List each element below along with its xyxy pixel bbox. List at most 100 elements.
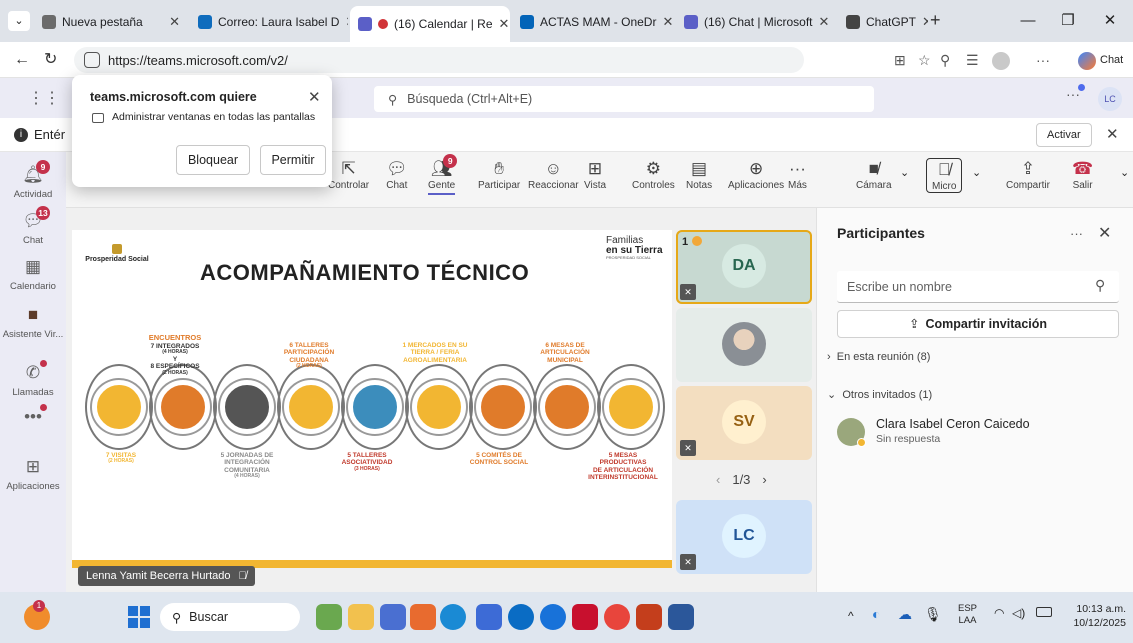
other-invitees-section[interactable]: ⌄ Otros invitados (1) <box>827 388 932 401</box>
in-meeting-section[interactable]: › En esta reunión (8) <box>827 351 930 363</box>
browser-tab[interactable]: Correo: Laura Isabel D ✕ <box>190 6 348 38</box>
prev-page-icon[interactable]: ‹ <box>716 472 720 487</box>
toolbar-notes-button[interactable]: ▤ Notas <box>686 158 712 191</box>
toolbar-people-button[interactable]: 👥︎ 9 Gente <box>428 154 458 195</box>
tab-actions-chevron-icon[interactable]: ⌄ <box>8 11 30 31</box>
tray-app-icon[interactable]: ◐ <box>872 606 880 622</box>
browser-tab[interactable]: Nueva pestaña ✕ <box>34 6 188 38</box>
edge-icon[interactable] <box>440 604 466 630</box>
browser-tab[interactable]: ChatGPT ✕ <box>838 6 928 38</box>
toolbar-hangup-button[interactable]: ☎ Salir <box>1072 158 1093 191</box>
store-icon[interactable] <box>476 604 502 630</box>
video-tile[interactable]: LC ✕ <box>676 500 812 574</box>
block-button[interactable]: Bloquear <box>176 145 250 175</box>
copilot-chat-label[interactable]: Chat <box>1100 54 1123 66</box>
close-tab-icon[interactable]: ✕ <box>499 16 510 32</box>
brand-logo: Familias en su Tierra PROSPERIDAD SOCIAL <box>606 236 663 260</box>
notes-icon: ▤ <box>691 159 708 178</box>
close-popup-icon[interactable]: ✕ <box>308 88 321 106</box>
mic-dropdown-icon[interactable]: ⌄ <box>972 166 981 179</box>
close-tab-icon[interactable]: ✕ <box>818 14 829 30</box>
toolbar-camera-off-button[interactable]: ■̸ Cámara <box>856 158 892 191</box>
language-indicator[interactable]: ESP LAA <box>958 603 977 627</box>
close-banner-icon[interactable]: ✕ <box>1106 125 1119 143</box>
rail-item-[interactable]: ••• <box>0 404 66 431</box>
toolbar-chat-button[interactable]: 💬︎ Chat <box>386 158 408 191</box>
browser-tab[interactable]: ACTAS MAM - OneDr ✕ <box>512 6 674 38</box>
toolbar-raise-hand-button[interactable]: ✋︎ Participar <box>478 158 520 191</box>
colorful-app-icon[interactable] <box>410 604 436 630</box>
user-avatar[interactable]: LC <box>1098 87 1122 111</box>
activate-button[interactable]: Activar <box>1036 123 1092 147</box>
rail-item-calendario[interactable]: ▦ Calendario <box>0 256 66 292</box>
toolbar-more-button[interactable]: ··· Más <box>788 158 807 191</box>
allow-button[interactable]: Permitir <box>260 145 326 175</box>
chrome-icon[interactable] <box>604 604 630 630</box>
onedrive-tray-icon[interactable]: ☁ <box>898 606 912 623</box>
browser-tab[interactable]: (16) Calendar | Re ✕ <box>350 6 510 42</box>
copilot-icon[interactable] <box>1078 52 1096 70</box>
panel-more-icon[interactable]: ··· <box>1070 226 1083 241</box>
file-explorer-icon[interactable] <box>348 604 374 630</box>
browser-tab[interactable]: (16) Chat | Microsoft ✕ <box>676 6 836 38</box>
taskbar-search[interactable]: ⚲ Buscar <box>160 603 300 631</box>
wifi-icon[interactable]: ◠ <box>994 606 1004 620</box>
close-window-button[interactable]: ✕ <box>1090 8 1130 34</box>
site-info-icon[interactable] <box>84 52 100 68</box>
url-field[interactable]: https://teams.microsoft.com/v2/ <box>74 47 804 73</box>
new-tab-button[interactable]: + <box>930 10 941 31</box>
toolbar-controls-button[interactable]: ⚙ Controles <box>632 158 675 191</box>
volume-icon[interactable]: ◁) <box>1012 606 1025 620</box>
video-tile[interactable]: DA 1 ✕ <box>676 230 812 304</box>
more-menu-icon[interactable]: ··· <box>1036 52 1050 68</box>
video-tile[interactable]: SV ✕ <box>676 386 812 460</box>
rail-item-actividad[interactable]: 🔔︎ 9 Actividad <box>0 160 66 200</box>
close-tab-icon[interactable]: ✕ <box>169 14 180 30</box>
camera-dropdown-icon[interactable]: ⌄ <box>900 166 909 179</box>
hp-icon[interactable] <box>508 604 534 630</box>
rail-item-asistente-vir[interactable]: ■ Asistente Vir... <box>0 304 66 340</box>
rail-item-llamadas[interactable]: ✆ Llamadas <box>0 360 66 398</box>
toolbar-share-button[interactable]: ⇪ Compartir <box>1006 158 1050 191</box>
rail-item-chat[interactable]: 💬︎ 13 Chat <box>0 206 66 246</box>
close-panel-icon[interactable]: ✕ <box>1098 223 1111 243</box>
toolbar-view-button[interactable]: ⊞ Vista <box>584 158 606 191</box>
close-tab-icon[interactable]: ✕ <box>662 14 673 30</box>
mcafee-icon[interactable] <box>572 604 598 630</box>
favorite-star-icon[interactable]: ☆ <box>918 52 931 69</box>
start-button[interactable] <box>128 606 150 628</box>
microphone-tray-icon[interactable]: 🎙 <box>924 606 942 623</box>
leave-dropdown-icon[interactable]: ⌄ <box>1120 166 1129 179</box>
teams-search-field[interactable]: ⚲ Búsqueda (Ctrl+Alt+E) <box>374 86 874 112</box>
app-available-icon[interactable]: ⊞ <box>894 52 906 69</box>
widgets-icon[interactable] <box>380 604 406 630</box>
restore-button[interactable]: ❐ <box>1048 8 1088 34</box>
minimize-button[interactable]: — <box>1008 8 1048 34</box>
toolbar-apps-add-button[interactable]: ⊕ Aplicaciones <box>728 158 784 191</box>
clock[interactable]: 10:13 a.m. 10/12/2025 <box>1064 602 1126 630</box>
participant-search-field[interactable]: Escribe un nombre ⚲ <box>837 271 1119 303</box>
battery-icon[interactable] <box>1036 607 1052 617</box>
rail-item-aplicaciones[interactable]: ⊞ Aplicaciones <box>0 456 66 492</box>
show-hidden-icons[interactable]: ^ <box>848 609 854 623</box>
word-icon[interactable] <box>668 604 694 630</box>
toolbar-control-button[interactable]: ⇱ Controlar <box>328 158 369 191</box>
invitee-name[interactable]: Clara Isabel Ceron Caicedo <box>876 417 1030 431</box>
toolbar-emoji-button[interactable]: ☺ Reaccionar <box>528 158 579 191</box>
powerpoint-icon[interactable] <box>636 604 662 630</box>
extension-icon[interactable]: ⚲ <box>940 52 950 69</box>
share-invite-button[interactable]: ⇪ Compartir invitación <box>837 310 1119 338</box>
close-tab-icon[interactable]: ✕ <box>345 14 348 30</box>
toolbar-mic-off-button[interactable]: 🎙̸ Micro <box>926 158 963 193</box>
favorites-icon[interactable]: ☰ <box>966 52 979 69</box>
back-button[interactable]: ← <box>14 48 30 72</box>
app-launcher-icon[interactable]: ⋮⋮ <box>28 88 60 108</box>
close-tab-icon[interactable]: ✕ <box>922 14 928 30</box>
next-page-icon[interactable]: › <box>762 472 766 487</box>
profile-avatar[interactable] <box>992 52 1010 70</box>
landscape-icon[interactable] <box>316 604 342 630</box>
refresh-button[interactable]: ↻ <box>44 48 57 72</box>
chatgpt-icon <box>846 15 860 29</box>
video-tile[interactable] <box>676 308 812 382</box>
support-icon[interactable] <box>540 604 566 630</box>
